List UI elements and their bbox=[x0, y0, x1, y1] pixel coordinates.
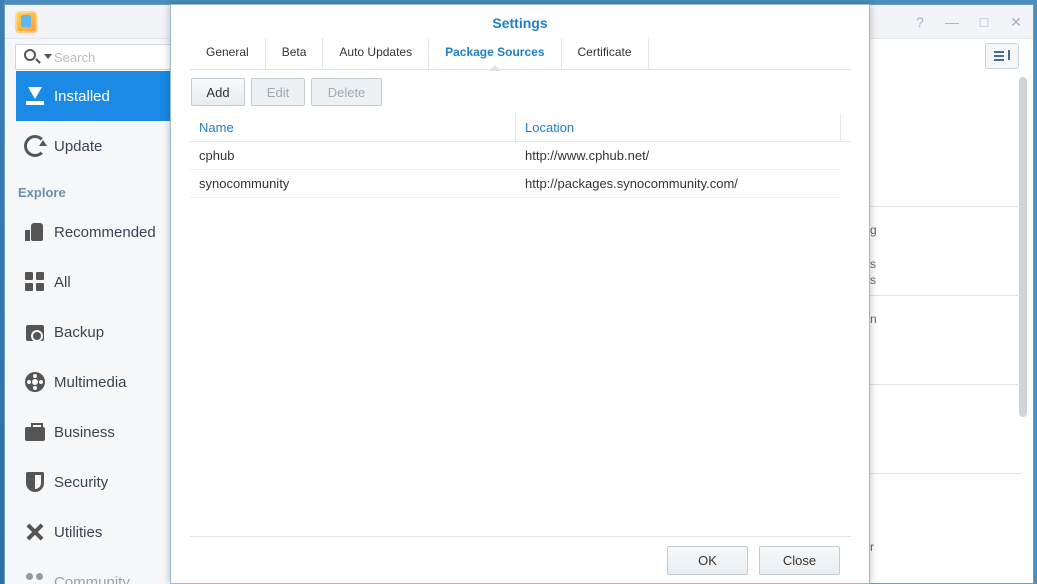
sidebar-item-label: Multimedia bbox=[54, 373, 127, 391]
help-icon[interactable]: ? bbox=[911, 13, 929, 31]
sidebar-item-label: Community bbox=[54, 573, 130, 584]
delete-button[interactable]: Delete bbox=[311, 78, 382, 106]
tab-package-sources[interactable]: Package Sources bbox=[429, 38, 562, 71]
package-card[interactable] bbox=[870, 385, 1022, 474]
minimize-icon[interactable]: — bbox=[943, 13, 961, 31]
add-button[interactable]: Add bbox=[191, 78, 245, 106]
shield-icon bbox=[24, 471, 46, 493]
people-icon bbox=[24, 571, 46, 584]
footer-divider bbox=[190, 536, 851, 537]
source-location: http://packages.synocommunity.com/ bbox=[525, 176, 738, 191]
search-box[interactable] bbox=[15, 44, 175, 70]
table-header: Name Location bbox=[190, 114, 851, 142]
download-icon bbox=[24, 85, 46, 107]
card-text-fragment: s bbox=[870, 273, 876, 287]
refresh-icon bbox=[24, 135, 47, 157]
dialog-title: Settings bbox=[492, 15, 548, 31]
edit-button[interactable]: Edit bbox=[251, 78, 305, 106]
card-text-fragment: s bbox=[870, 257, 876, 271]
package-card[interactable]: n bbox=[870, 296, 1022, 385]
tab-beta[interactable]: Beta bbox=[266, 38, 324, 70]
package-list-background: g s s n r bbox=[869, 117, 1022, 584]
sidebar-item-label: Update bbox=[54, 137, 103, 155]
section-label-explore: Explore bbox=[18, 185, 66, 200]
sort-button[interactable] bbox=[985, 43, 1019, 69]
sidebar-item-multimedia[interactable]: Multimedia bbox=[16, 357, 174, 407]
table-row[interactable]: synocommunity http://packages.synocommun… bbox=[190, 170, 840, 198]
sidebar-item-recommended[interactable]: Recommended bbox=[16, 207, 174, 257]
package-card[interactable] bbox=[870, 117, 1022, 207]
thumbs-up-icon bbox=[24, 221, 46, 243]
maximize-icon[interactable]: □ bbox=[975, 13, 993, 31]
sidebar-item-utilities[interactable]: Utilities bbox=[16, 507, 174, 557]
tab-certificate[interactable]: Certificate bbox=[562, 38, 649, 70]
settings-tabs: General Beta Auto Updates Package Source… bbox=[190, 38, 851, 71]
chevron-down-icon[interactable] bbox=[44, 54, 52, 59]
tab-general[interactable]: General bbox=[190, 38, 266, 70]
card-text-fragment: g bbox=[870, 223, 877, 237]
film-reel-icon bbox=[24, 371, 46, 393]
sidebar: Installed Update Explore Recommended All… bbox=[5, 39, 175, 584]
tools-icon bbox=[24, 521, 46, 543]
close-button[interactable]: Close bbox=[759, 546, 840, 575]
package-card[interactable]: r bbox=[870, 474, 1022, 584]
briefcase-icon bbox=[24, 421, 46, 443]
source-name: cphub bbox=[199, 148, 235, 163]
table-row[interactable]: cphub http://www.cphub.net/ bbox=[190, 142, 840, 170]
sidebar-item-label: Utilities bbox=[54, 523, 103, 541]
grid-icon bbox=[24, 271, 46, 293]
sidebar-item-installed[interactable]: Installed bbox=[16, 71, 174, 121]
tab-auto-updates[interactable]: Auto Updates bbox=[323, 38, 430, 70]
sidebar-item-label: Backup bbox=[54, 323, 105, 341]
card-text-fragment: r bbox=[870, 540, 874, 554]
sidebar-item-security[interactable]: Security bbox=[16, 457, 174, 507]
backup-icon bbox=[24, 321, 46, 343]
search-icon[interactable] bbox=[24, 49, 36, 61]
sidebar-item-label: Business bbox=[54, 423, 115, 441]
column-header-location[interactable]: Location bbox=[516, 114, 841, 142]
card-text-fragment: n bbox=[870, 312, 877, 326]
source-location: http://www.cphub.net/ bbox=[525, 148, 650, 163]
settings-dialog: Settings General Beta Auto Updates Packa… bbox=[170, 4, 870, 584]
sidebar-item-community[interactable]: Community bbox=[16, 557, 174, 584]
sidebar-item-label: Security bbox=[54, 473, 109, 491]
sidebar-item-business[interactable]: Business bbox=[16, 407, 174, 457]
column-header-name[interactable]: Name bbox=[190, 114, 516, 142]
sidebar-item-label: All bbox=[54, 273, 71, 291]
package-center-app-icon bbox=[15, 11, 37, 33]
window-controls: ? — □ ✕ bbox=[911, 13, 1025, 31]
source-name: synocommunity bbox=[199, 176, 290, 191]
package-card[interactable]: g s s bbox=[870, 207, 1022, 296]
ok-button[interactable]: OK bbox=[667, 546, 748, 575]
close-window-icon[interactable]: ✕ bbox=[1007, 13, 1025, 31]
search-input[interactable] bbox=[54, 48, 164, 66]
sidebar-item-all[interactable]: All bbox=[16, 257, 174, 307]
sidebar-item-label: Recommended bbox=[54, 223, 156, 241]
sidebar-item-label: Installed bbox=[54, 87, 110, 105]
sidebar-item-backup[interactable]: Backup bbox=[16, 307, 174, 357]
package-sources-table: Name Location cphub http://www.cphub.net… bbox=[190, 114, 851, 198]
sidebar-item-update[interactable]: Update bbox=[16, 121, 174, 171]
